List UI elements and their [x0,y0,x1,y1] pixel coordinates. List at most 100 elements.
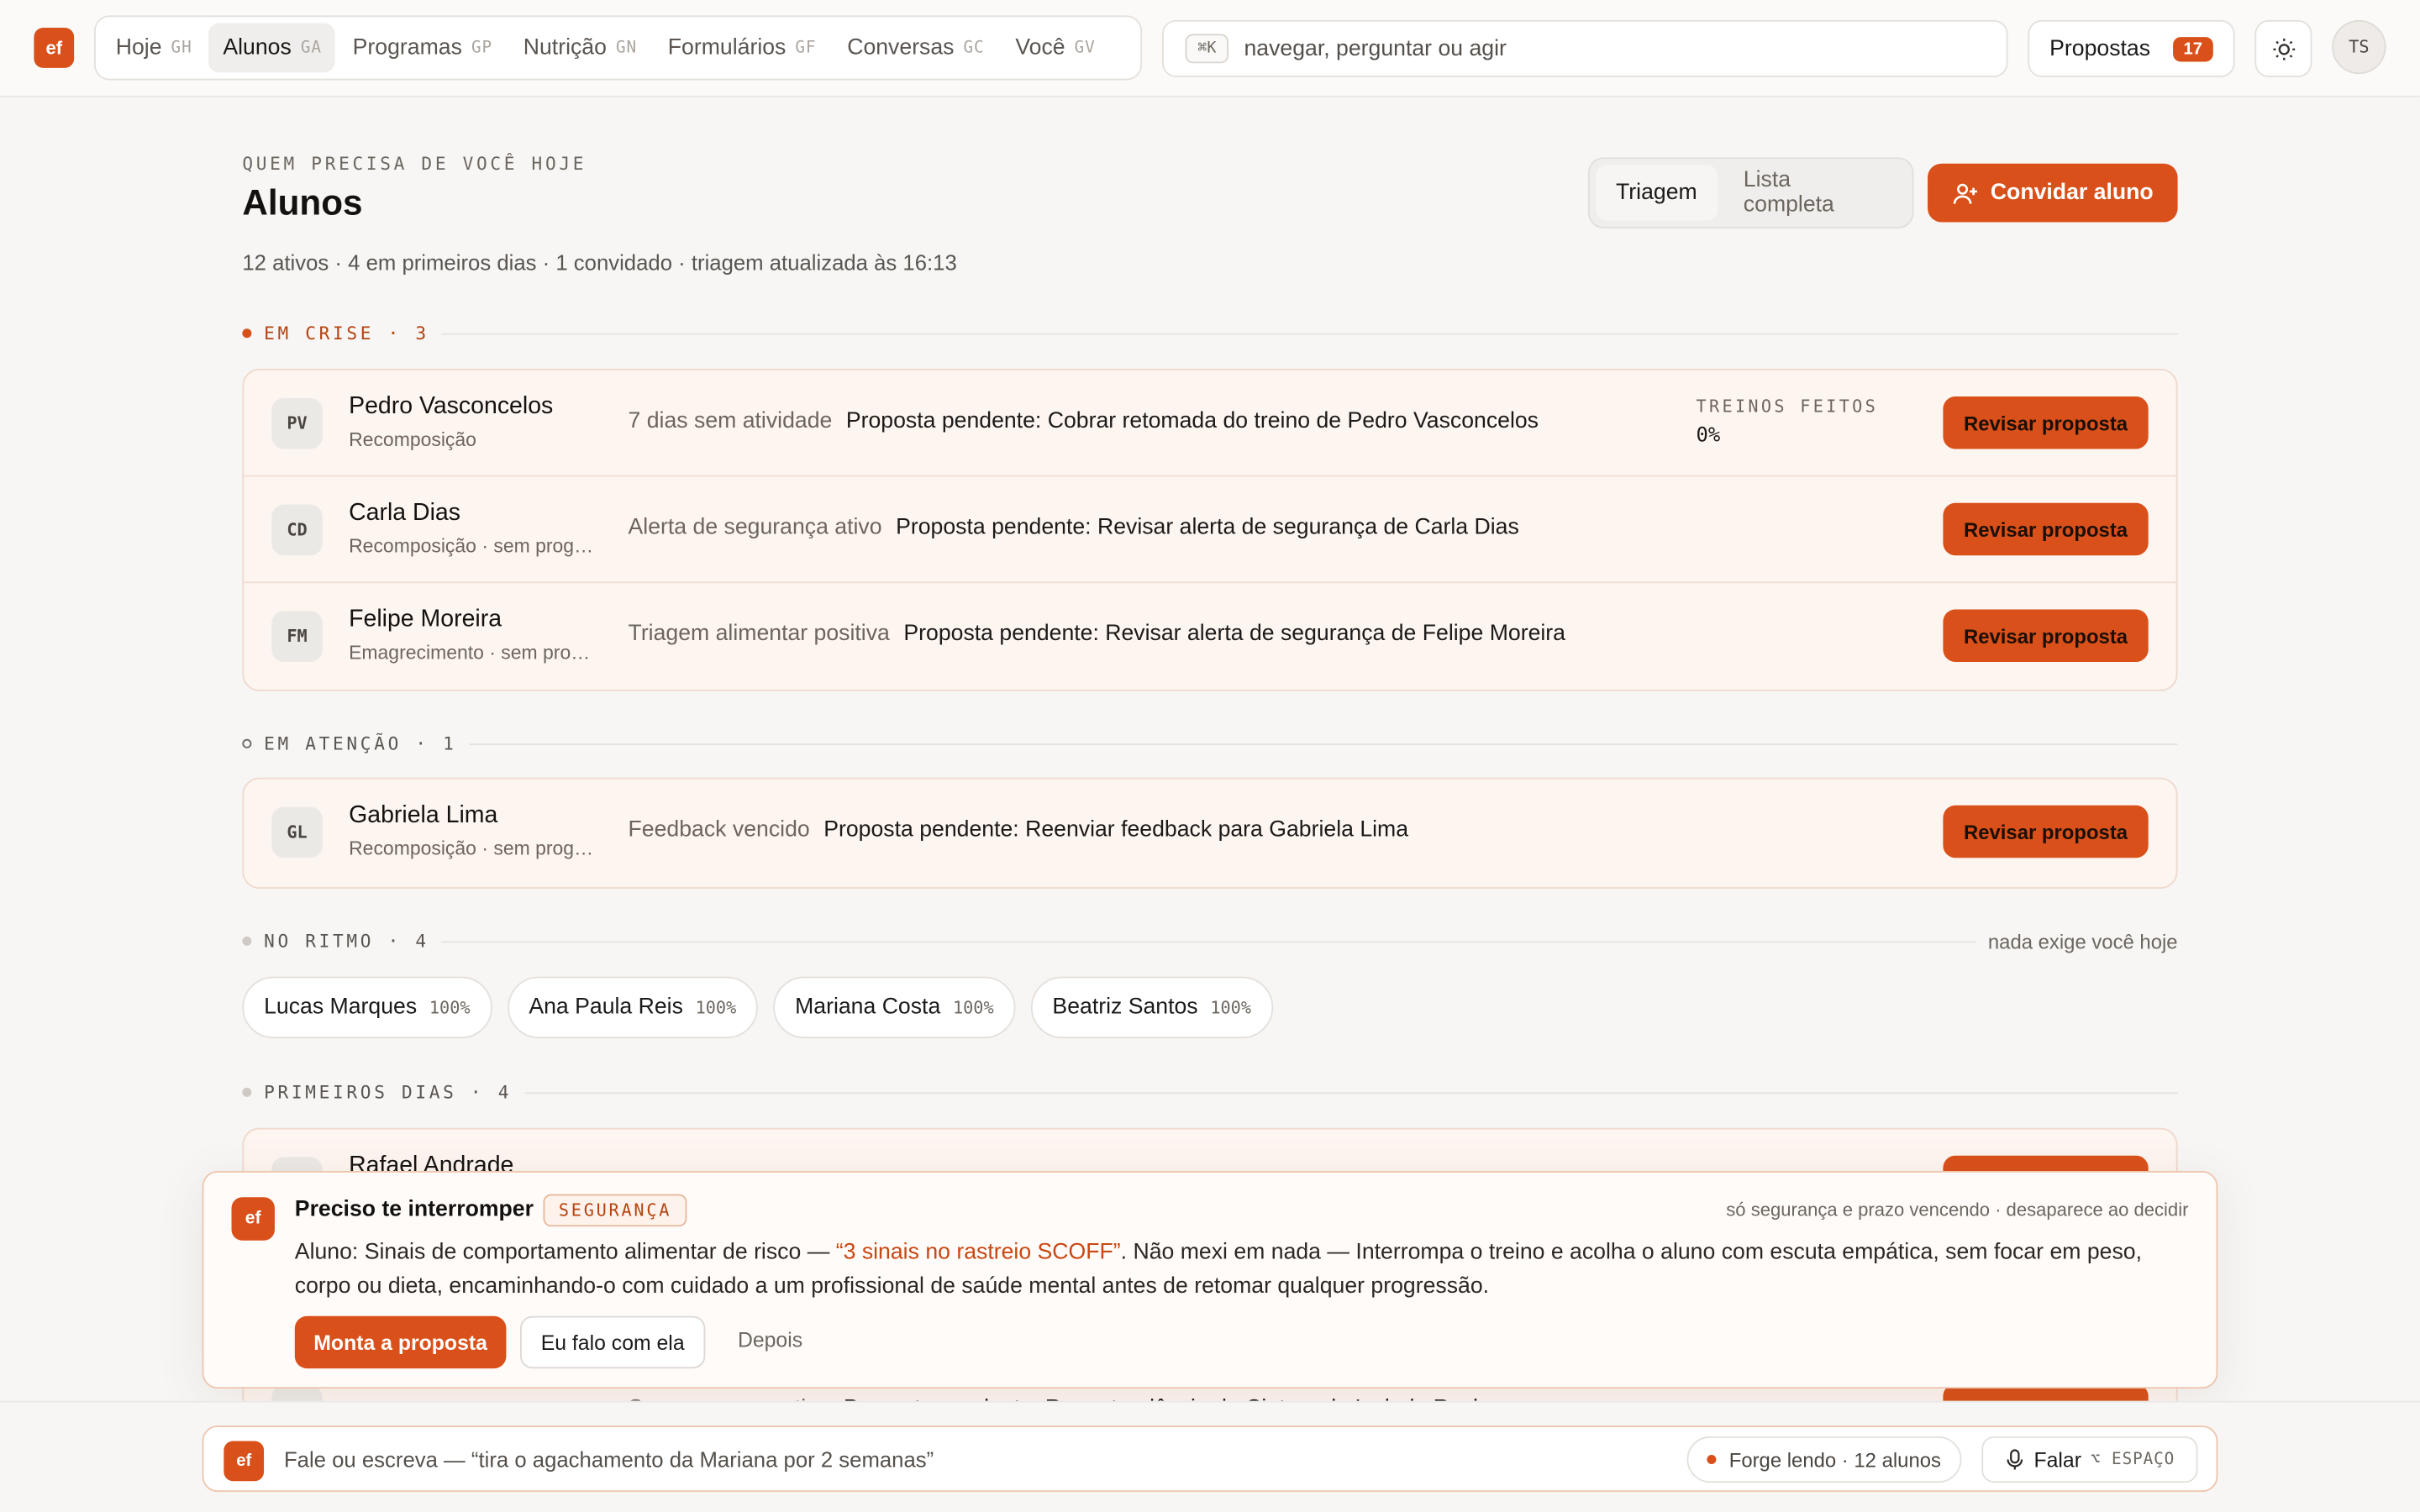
review-proposal-button[interactable]: Revisar proposta [1943,396,2149,449]
chip-percent: 100% [429,997,471,1018]
section-first-days-header: PRIMEIROS DIAS · 4 [242,1080,2178,1105]
nav-item-nutricao[interactable]: Nutrição GN [509,24,650,73]
composer-placeholder: Fale ou escreva — “tira o agachamento da… [283,1446,934,1473]
student-avatar: GL [271,806,323,858]
student-chip[interactable]: Beatriz Santos 100% [1030,976,1273,1039]
pending-proposal-text: Proposta pendente: Reenviar feedback par… [823,817,1409,843]
review-proposal-button[interactable]: Revisar proposta [1943,609,2149,662]
nav-label: Hoje [115,35,162,60]
nav-shortcut: GV [1074,38,1096,57]
chip-percent: 100% [952,997,994,1018]
student-row[interactable]: CD Carla Dias Recomposição · sem program… [244,477,2176,584]
nav-item-voce[interactable]: Você GV [1002,24,1109,73]
nav-item-hoje[interactable]: Hoje GH [102,24,206,73]
forge-status-pill: Forge lendo · 12 alunos [1686,1436,1962,1483]
view-triage-button[interactable]: Triagem [1596,165,1718,221]
talk-to-her-button[interactable]: Eu falo com ela [519,1315,706,1369]
nav-item-conversas[interactable]: Conversas GC [834,24,998,73]
student-chip[interactable]: Ana Paula Reis 100% [507,976,758,1039]
stat-label: TREINOS FEITOS [1696,396,1879,417]
page-eyebrow: QUEM PRECISA DE VOCÊ HOJE [242,152,587,175]
chip-name: Ana Paula Reis [529,995,683,1021]
view-full-list-button[interactable]: Lista completa [1723,165,1906,221]
command-search[interactable]: ⌘K navegar, perguntar ou agir [1162,19,2008,77]
nav-shortcut: GH [171,38,192,57]
nav-shortcut: GN [615,38,638,57]
user-plus-icon [1953,182,1977,203]
top-bar: ef Hoje GH Alunos GA Programas GP Nutriç… [0,0,2420,97]
nav-shortcut: GA [300,38,322,57]
student-meta: Recomposição [349,428,476,451]
reason-text: Triagem alimentar positiva [628,622,890,647]
pending-proposal-text: Proposta pendente: Revisar alerta de seg… [903,622,1565,647]
proposals-label: Propostas [2049,36,2151,61]
student-row[interactable]: GL Gabriela Lima Recomposição · sem prog… [244,780,2176,886]
forge-status-text: Forge lendo · 12 alunos [1728,1447,1941,1472]
build-proposal-button[interactable]: Monta a proposta [294,1315,507,1369]
student-name[interactable]: Gabriela Lima [349,802,497,830]
later-button[interactable]: Depois [738,1328,802,1352]
divider [469,743,2178,745]
student-name[interactable]: Carla Dias [349,500,460,528]
nav-shortcut: GF [795,38,817,57]
section-label: PRIMEIROS DIAS · 4 [264,1081,513,1104]
nav-item-formularios[interactable]: Formulários GF [654,24,830,73]
student-reason: Feedback vencido Proposta pendente: Reenv… [629,817,1409,842]
on-track-chips: Lucas Marques 100% Ana Paula Reis 100% M… [242,976,1273,1039]
body-highlight: “3 sinais no rastreio SCOFF” [835,1240,1121,1266]
nav-label: Formulários [667,35,786,60]
student-meta: Recomposição · sem programa [349,535,599,558]
student-row[interactable]: PV Pedro Vasconcelos Recomposição 7 dias… [244,370,2176,477]
nav-shortcut: GP [471,38,493,57]
page-title: Alunos [242,181,363,223]
divider [441,332,2178,334]
search-placeholder: navegar, perguntar ou agir [1244,36,1507,61]
nav-label: Programas [352,35,462,60]
student-chip[interactable]: Mariana Costa 100% [773,976,1016,1039]
composer-input[interactable]: ef Fale ou escreva — “tira o agachamento… [202,1425,2218,1493]
theme-toggle-button[interactable] [2254,19,2312,77]
command-shortcut: ⌘K [1185,34,1229,64]
chip-percent: 100% [1210,997,1252,1018]
proposals-count-badge: 17 [2172,36,2213,61]
student-reason: Alerta de segurança ativo Proposta penden… [629,515,1519,539]
assistant-logo: ef [231,1197,275,1241]
section-label: EM CRISE · 3 [264,322,429,344]
review-proposal-button[interactable]: Revisar proposta [1943,805,2149,858]
reason-text: 7 dias sem atividade [628,408,833,434]
divider [523,1091,2178,1094]
chip-name: Beatriz Santos [1052,995,1198,1021]
status-dot-icon [1707,1455,1718,1465]
interrupt-title: Preciso te interromper [294,1197,534,1222]
invite-student-button[interactable]: Convidar aluno [1928,163,2178,223]
student-avatar: CD [271,504,323,556]
speak-button[interactable]: Falar ⌥ ESPAÇO [1981,1436,2198,1483]
nav-item-alunos[interactable]: Alunos GA [208,23,336,73]
student-avatar: PV [271,397,323,449]
review-proposal-button[interactable]: Revisar proposta [1943,502,2149,556]
nav-item-programas[interactable]: Programas GP [339,24,506,73]
student-name[interactable]: Felipe Moreira [349,606,502,634]
student-chip[interactable]: Lucas Marques 100% [242,976,492,1039]
nav-shortcut: GC [963,38,985,57]
chip-name: Lucas Marques [264,995,418,1021]
app-logo[interactable]: ef [34,28,75,68]
invite-label: Convidar aluno [1990,180,2154,206]
section-crisis-header: EM CRISE · 3 [242,321,2178,345]
student-reason: 7 dias sem atividade Proposta pendente: C… [629,409,1539,433]
student-meta: Recomposição · sem programa [349,837,599,860]
student-row[interactable]: FM Felipe Moreira Emagrecimento · sem pr… [244,583,2176,690]
body-text: Aluno: Sinais de comportamento alimentar… [294,1240,836,1266]
nav-label: Você [1015,35,1065,60]
microphone-icon [2007,1449,2023,1470]
sun-icon [2272,37,2295,60]
proposals-button[interactable]: Propostas 17 [2028,19,2235,77]
student-name[interactable]: Pedro Vasconcelos [349,393,553,421]
divider [441,940,1976,942]
user-avatar[interactable]: TS [2332,19,2386,75]
nav-label: Nutrição [523,35,607,60]
assistant-logo: ef [224,1441,265,1482]
speak-label: Falar [2033,1447,2081,1472]
nav-label: Conversas [847,35,955,60]
chip-name: Mariana Costa [795,995,941,1021]
